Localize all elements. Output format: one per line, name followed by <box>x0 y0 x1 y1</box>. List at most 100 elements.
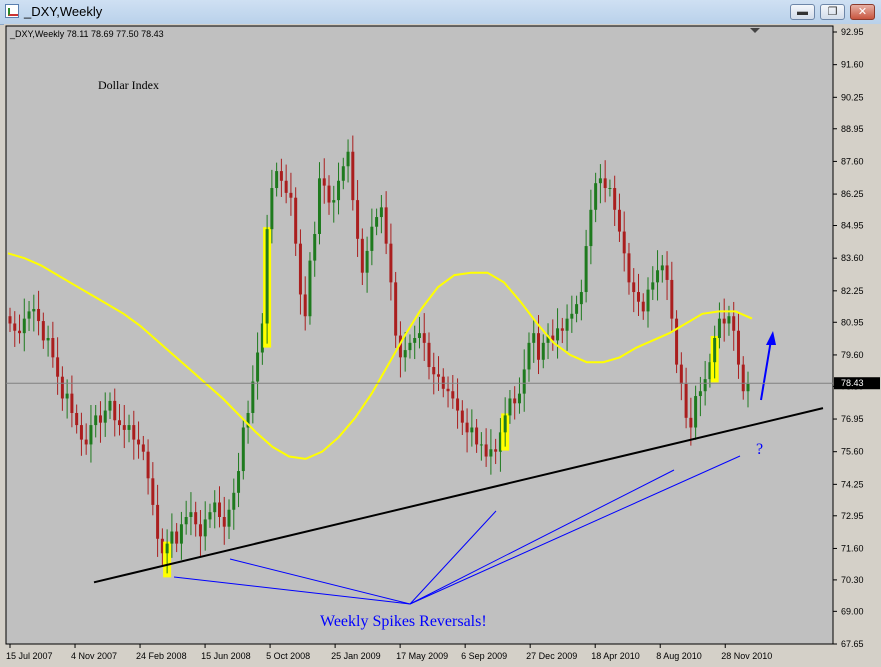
candle-body <box>451 391 455 399</box>
minimize-button[interactable]: ▬ <box>790 4 815 20</box>
candle-body <box>713 338 717 363</box>
y-tick-label: 88.95 <box>841 124 864 134</box>
x-tick-label: 17 May 2009 <box>396 651 448 661</box>
candle-body <box>370 226 374 251</box>
candle-body <box>565 318 569 331</box>
candle-body <box>727 316 731 324</box>
candle-body <box>79 425 83 440</box>
candle-body <box>137 439 141 445</box>
x-tick-label: 27 Dec 2009 <box>526 651 577 661</box>
candle-body <box>446 388 450 392</box>
candle-body <box>527 342 531 370</box>
candle-body <box>8 316 12 324</box>
candle-body <box>732 316 736 331</box>
y-tick-label: 71.60 <box>841 543 864 553</box>
candle-body <box>89 425 93 445</box>
chart-window: _DXY,Weekly ▬ ❐ ✕ Weekly Spikes Reversal… <box>0 0 881 667</box>
restore-button[interactable]: ❐ <box>820 4 845 20</box>
y-tick-label: 86.25 <box>841 189 864 199</box>
candle-body <box>208 512 212 520</box>
candle-body <box>313 233 317 261</box>
y-tick-label: 92.95 <box>841 27 864 37</box>
candle-body <box>241 427 245 472</box>
candle <box>308 252 312 325</box>
candle-body <box>213 502 217 513</box>
candle-body <box>560 328 564 331</box>
y-tick-label: 70.30 <box>841 575 864 585</box>
candle-body <box>298 243 302 295</box>
candle-body <box>60 376 64 399</box>
candle-body <box>379 207 383 218</box>
candle-body <box>289 192 293 198</box>
candle-body <box>665 265 669 280</box>
candle-body <box>636 292 640 302</box>
y-tick-label: 84.95 <box>841 221 864 231</box>
candle-body <box>184 517 188 525</box>
candle-body <box>417 333 421 338</box>
candle-body <box>413 338 417 343</box>
candle-body <box>46 338 50 341</box>
y-tick-label: 83.60 <box>841 253 864 263</box>
candle <box>675 310 679 374</box>
x-tick-label: 15 Jul 2007 <box>6 651 53 661</box>
candle-body <box>722 318 726 324</box>
chart-window-icon <box>5 4 19 18</box>
candle-body <box>589 209 593 247</box>
x-tick-label: 18 Apr 2010 <box>591 651 640 661</box>
title-bar[interactable]: _DXY,Weekly ▬ ❐ ✕ <box>0 0 881 25</box>
candle-body <box>437 374 441 377</box>
candle-body <box>384 207 388 244</box>
candle-body <box>141 444 145 452</box>
candle-body <box>118 420 122 426</box>
candle-body <box>156 504 160 539</box>
y-tick-label: 87.60 <box>841 156 864 166</box>
candle-body <box>622 231 626 254</box>
candle-body <box>460 410 464 423</box>
candle-body <box>18 330 22 334</box>
candle-body <box>584 246 588 293</box>
x-tick-label: 6 Sep 2009 <box>461 651 507 661</box>
candle-body <box>717 318 721 338</box>
x-tick-label: 4 Nov 2007 <box>71 651 117 661</box>
candle-body <box>570 313 574 319</box>
candle-body <box>351 151 355 201</box>
candle-body <box>746 383 750 392</box>
candle-body <box>237 471 241 493</box>
candle-body <box>98 415 102 423</box>
y-tick-label: 69.00 <box>841 606 864 616</box>
candle-body <box>703 379 707 392</box>
candle-body <box>256 352 260 382</box>
candle-body <box>151 478 155 505</box>
chart-area[interactable]: Weekly Spikes Reversals!? 92.95 91.60 90.2… <box>4 24 881 667</box>
candle-body <box>94 415 98 426</box>
candle-body <box>613 188 617 210</box>
candle-body <box>575 304 579 314</box>
candle-body <box>337 180 341 201</box>
x-tick-label: 24 Feb 2008 <box>136 651 187 661</box>
candle-body <box>475 427 479 445</box>
candle-body <box>508 398 512 416</box>
candle-body <box>279 171 283 181</box>
candle-body <box>422 333 426 343</box>
candle-body <box>603 178 607 189</box>
candle-body <box>284 180 288 193</box>
close-button[interactable]: ✕ <box>850 4 875 20</box>
candle-body <box>470 427 474 433</box>
y-tick-label: 75.60 <box>841 447 864 457</box>
candle-body <box>403 350 407 358</box>
candle-body <box>598 178 602 184</box>
candle-body <box>427 342 431 368</box>
candle-body <box>113 400 117 421</box>
candle-body <box>22 318 26 334</box>
candle-body <box>232 492 236 510</box>
candle-body <box>684 383 688 418</box>
candle-body <box>556 328 560 341</box>
candle-body <box>103 410 107 423</box>
candle-body <box>303 294 307 317</box>
candle-body <box>146 451 150 479</box>
symbol-ohlc-line: _DXY,Weekly 78.11 78.69 77.50 78.43 <box>9 29 164 39</box>
x-tick-label: 15 Jun 2008 <box>201 651 251 661</box>
candle-body <box>270 188 274 230</box>
candle-body <box>179 524 183 544</box>
candle-body <box>51 338 55 358</box>
